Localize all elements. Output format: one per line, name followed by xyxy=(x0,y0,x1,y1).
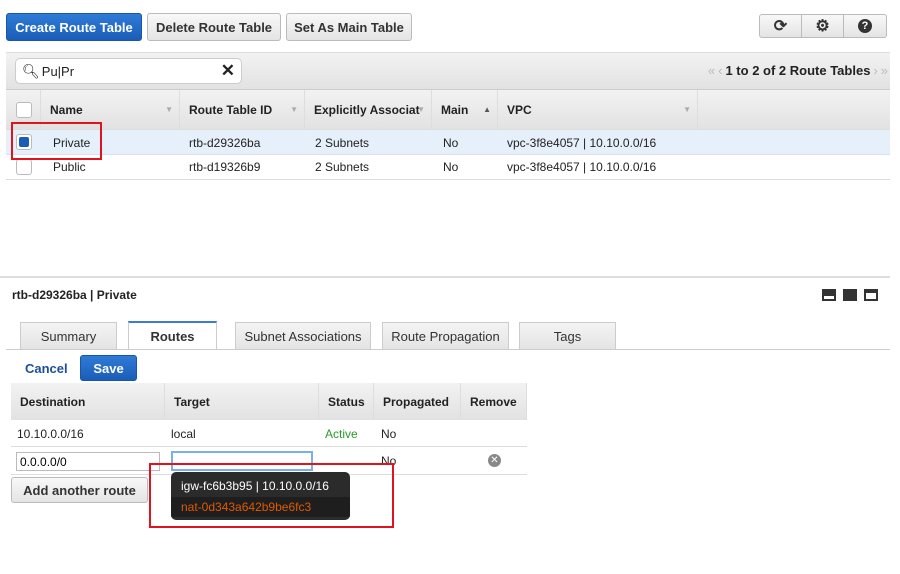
pane-layout-icons xyxy=(822,289,878,301)
refresh-button[interactable]: ⟳ xyxy=(759,14,802,38)
help-icon: ? xyxy=(858,19,872,33)
column-target: Target xyxy=(165,383,319,420)
route-destination: 10.10.0.0/16 xyxy=(17,426,84,441)
last-page-icon[interactable]: » xyxy=(881,63,888,78)
column-status: Status xyxy=(319,383,374,420)
routes-header: Destination Target Status Propagated Rem… xyxy=(11,383,527,420)
remove-route-icon[interactable]: ✕ xyxy=(488,454,501,467)
layout-split-icon[interactable] xyxy=(843,289,857,301)
column-remove: Remove xyxy=(461,383,527,420)
tab-routes[interactable]: Routes xyxy=(128,321,217,350)
pane-divider[interactable] xyxy=(0,276,890,278)
search-input[interactable]: 🔍︎ Pu|Pr ✕ xyxy=(15,58,242,84)
route-row: 10.10.0.0/16 local Active No xyxy=(11,420,527,447)
select-all-checkbox[interactable] xyxy=(16,102,32,118)
table-header: Name ▼ Route Table ID ▼ Explicitly Associa… xyxy=(6,90,890,130)
save-button[interactable]: Save xyxy=(80,355,137,381)
route-propagated: No xyxy=(381,426,397,441)
column-destination: Destination xyxy=(11,383,165,420)
tab-route-propagation[interactable]: Route Propagation xyxy=(382,322,509,350)
clear-icon[interactable]: ✕ xyxy=(221,61,235,81)
sort-icon: ▼ xyxy=(290,105,298,114)
next-page-icon[interactable]: › xyxy=(873,63,877,78)
sort-icon: ▼ xyxy=(683,105,691,114)
row-assoc: 2 Subnets xyxy=(315,135,370,150)
delete-route-table-button[interactable]: Delete Route Table xyxy=(147,13,281,41)
row-id: rtb-d19326b9 xyxy=(189,160,261,174)
add-another-route-button[interactable]: Add another route xyxy=(11,477,148,503)
set-as-main-table-button[interactable]: Set As Main Table xyxy=(286,13,412,41)
sort-asc-icon: ▲ xyxy=(483,105,491,114)
column-explicitly-associated[interactable]: Explicitly Associat ▼ xyxy=(305,90,432,129)
column-propagated: Propagated xyxy=(374,383,461,420)
first-page-icon[interactable]: « xyxy=(708,63,715,78)
sort-icon: ▼ xyxy=(417,105,425,114)
row-vpc: vpc-3f8e4057 | 10.10.0.0/16 xyxy=(507,135,657,150)
search-icon: 🔍︎ xyxy=(22,62,40,79)
column-main[interactable]: Main ▲ xyxy=(432,90,498,129)
column-vpc[interactable]: VPC ▼ xyxy=(498,90,698,129)
settings-button[interactable]: ⚙ xyxy=(801,14,844,38)
route-target: local xyxy=(171,426,196,441)
tab-subnet-associations[interactable]: Subnet Associations xyxy=(235,322,371,350)
tab-tags[interactable]: Tags xyxy=(519,322,616,350)
layout-full-icon[interactable] xyxy=(864,289,878,301)
layout-bottom-icon[interactable] xyxy=(822,289,836,301)
sort-icon: ▼ xyxy=(165,105,173,114)
table-row[interactable]: Public rtb-d19326b9 2 Subnets No vpc-3f8… xyxy=(6,155,890,180)
row-main: No xyxy=(443,135,459,150)
selection-highlight xyxy=(11,122,102,160)
row-id: rtb-d29326ba xyxy=(189,135,261,150)
column-route-table-id[interactable]: Route Table ID ▼ xyxy=(180,90,305,129)
dropdown-highlight xyxy=(149,463,394,528)
row-vpc: vpc-3f8e4057 | 10.10.0.0/16 xyxy=(507,160,657,174)
search-value: Pu|Pr xyxy=(41,63,75,79)
destination-input[interactable] xyxy=(16,452,160,471)
route-status: Active xyxy=(325,426,358,441)
pagination-label: 1 to 2 of 2 Route Tables xyxy=(725,63,871,78)
tab-summary[interactable]: Summary xyxy=(20,322,117,350)
help-button[interactable]: ? xyxy=(843,14,887,38)
tab-line xyxy=(6,349,890,350)
row-main: No xyxy=(443,160,459,174)
pagination: «‹ 1 to 2 of 2 Route Tables › » xyxy=(708,63,888,78)
create-route-table-button[interactable]: Create Route Table xyxy=(6,13,142,41)
row-assoc: 2 Subnets xyxy=(315,160,370,174)
row-checkbox[interactable] xyxy=(16,159,32,175)
cancel-link[interactable]: Cancel xyxy=(25,361,68,376)
refresh-icon: ⟳ xyxy=(773,18,788,35)
gear-icon: ⚙ xyxy=(815,18,830,35)
prev-page-icon[interactable]: ‹ xyxy=(718,63,722,78)
detail-title: rtb-d29326ba | Private xyxy=(12,288,137,302)
table-row[interactable]: Private rtb-d29326ba 2 Subnets No vpc-3f… xyxy=(6,130,890,155)
